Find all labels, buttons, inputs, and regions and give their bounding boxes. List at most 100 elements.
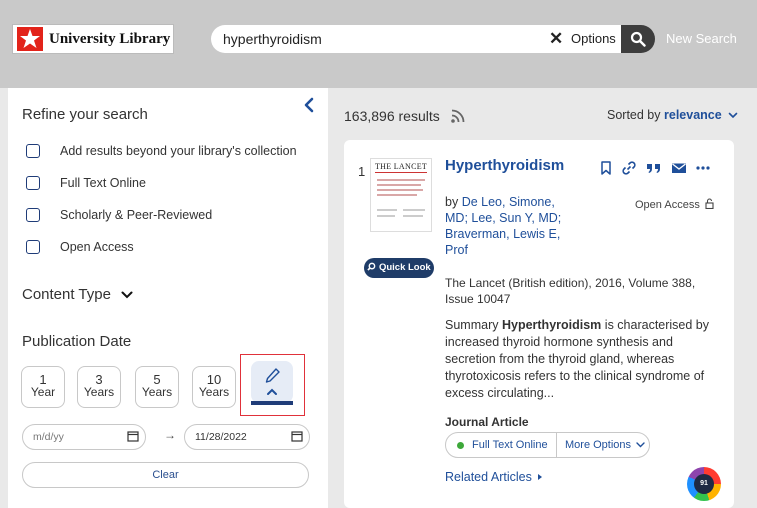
record-source: The Lancet (British edition), 2016, Volu… <box>445 276 696 306</box>
more-options-label: More Options <box>565 439 632 451</box>
lock-open-icon <box>705 198 714 210</box>
thumb-line <box>377 184 421 186</box>
chevron-down-icon <box>728 112 738 119</box>
open-access-badge: Open Access <box>635 198 714 211</box>
checkbox[interactable] <box>26 208 40 222</box>
checkbox[interactable] <box>26 144 40 158</box>
checkbox-label: Add results beyond your library's collec… <box>60 144 297 158</box>
year-10-button[interactable]: 10 Years <box>192 366 236 408</box>
right-edge-strip <box>749 88 757 508</box>
quick-look-button[interactable]: Quick Look <box>364 258 434 278</box>
thumb-line <box>403 215 423 217</box>
thumb-line <box>377 179 425 181</box>
sort-control[interactable]: Sorted by relevance <box>607 108 738 122</box>
filter-full-text-online[interactable]: Full Text Online <box>26 176 146 190</box>
thumb-line <box>377 215 395 217</box>
quick-look-label: Quick Look <box>378 262 431 273</box>
panel-divider[interactable] <box>328 88 332 508</box>
more-icon[interactable] <box>695 161 711 175</box>
result-card: 1 THE LANCET Quick Look Hyperthyroidism <box>344 140 734 508</box>
year-unit: Years <box>83 385 115 399</box>
filter-beyond-collection[interactable]: Add results beyond your library's collec… <box>26 144 297 158</box>
thumb-line <box>403 209 425 211</box>
quote-icon[interactable] <box>645 160 663 176</box>
date-from-placeholder: m/d/yy <box>33 431 64 443</box>
rss-icon[interactable] <box>450 108 466 124</box>
search-small-icon <box>367 262 376 271</box>
calendar-icon[interactable] <box>291 430 303 442</box>
full-text-link[interactable]: Full Text Online <box>472 439 548 451</box>
calendar-icon[interactable] <box>127 430 139 442</box>
sorted-by-value: relevance <box>664 108 722 122</box>
library-logo[interactable]: University Library <box>12 24 174 54</box>
filter-peer-reviewed[interactable]: Scholarly & Peer-Reviewed <box>26 208 212 222</box>
date-from-input[interactable]: m/d/yy <box>22 424 146 450</box>
link-icon[interactable] <box>621 160 637 176</box>
author-links[interactable]: De Leo, Simone, MD; Lee, Sun Y, MD; Brav… <box>445 195 561 257</box>
new-search-link[interactable]: New Search <box>666 31 737 46</box>
sorted-by-prefix: Sorted by <box>607 108 661 122</box>
caret-right-icon <box>538 474 543 480</box>
content-type-facet[interactable]: Content Type <box>22 286 133 303</box>
pencil-icon <box>265 368 280 395</box>
logo-star-icon <box>17 27 43 51</box>
record-authors: by De Leo, Simone, MD; Lee, Sun Y, MD; B… <box>445 194 573 258</box>
chevron-left-icon[interactable] <box>302 96 316 114</box>
related-label: Related Articles <box>445 470 532 484</box>
altmetric-badge[interactable]: 91 <box>687 467 721 501</box>
thumb-line <box>377 194 417 196</box>
by-prefix: by <box>445 195 459 209</box>
content-type-label: Content Type <box>22 286 111 303</box>
year-1-button[interactable]: 1 Year <box>21 366 65 408</box>
full-text-pill: Full Text Online More Options <box>445 432 650 458</box>
date-range-arrow: → <box>164 428 176 442</box>
search-box: ✕ Options <box>211 25 621 53</box>
date-to-input[interactable]: 11/28/2022 <box>184 424 310 450</box>
year-5-button[interactable]: 5 Years <box>135 366 179 408</box>
record-actions <box>599 160 711 176</box>
search-button[interactable] <box>621 25 655 53</box>
year-unit: Years <box>198 385 230 399</box>
email-icon[interactable] <box>671 161 687 175</box>
clear-button[interactable]: Clear <box>22 462 309 488</box>
checkbox-label: Full Text Online <box>60 176 146 190</box>
thumb-line <box>377 189 423 191</box>
custom-date-button[interactable] <box>251 361 293 403</box>
filter-open-access[interactable]: Open Access <box>26 240 134 254</box>
checkbox-label: Open Access <box>60 240 134 254</box>
availability-dot <box>457 442 464 449</box>
year-3-button[interactable]: 3 Years <box>77 366 121 408</box>
options-button[interactable]: Options <box>571 31 616 46</box>
results-count: 163,896 results <box>344 108 440 124</box>
record-number: 1 <box>358 164 366 179</box>
record-summary: Summary Hyperthyroidism is characterised… <box>445 317 727 402</box>
year-unit: Year <box>30 385 56 399</box>
date-to-value: 11/28/2022 <box>195 431 247 443</box>
custom-date-underline <box>251 401 293 405</box>
document-type: Journal Article <box>445 415 529 429</box>
more-options-button[interactable]: More Options <box>565 439 645 451</box>
record-title[interactable]: Hyperthyroidism <box>445 157 564 174</box>
search-input[interactable] <box>211 26 511 52</box>
checkbox[interactable] <box>26 240 40 254</box>
search-icon <box>630 31 646 47</box>
thumbnail-title: THE LANCET <box>375 162 428 173</box>
close-icon[interactable]: ✕ <box>549 30 563 48</box>
pill-separator <box>556 433 557 457</box>
chevron-down-icon <box>121 291 133 299</box>
refine-panel: Refine your search Add results beyond yo… <box>8 88 328 508</box>
thumb-line <box>377 209 397 211</box>
top-bar: University Library ✕ Options New Search <box>0 0 757 88</box>
open-access-label: Open Access <box>635 199 700 211</box>
chevron-down-icon <box>636 442 645 448</box>
year-unit: Years <box>141 385 173 399</box>
checkbox[interactable] <box>26 176 40 190</box>
logo-text: University Library <box>49 30 171 47</box>
publication-date-label: Publication Date <box>22 333 132 350</box>
altmetric-score: 91 <box>694 474 714 494</box>
summary-prefix: Summary <box>445 318 499 332</box>
summary-term: Hyperthyroidism <box>501 318 602 332</box>
related-articles-link[interactable]: Related Articles <box>445 470 543 484</box>
bookmark-icon[interactable] <box>599 160 613 176</box>
cover-thumbnail[interactable]: THE LANCET <box>370 158 432 232</box>
